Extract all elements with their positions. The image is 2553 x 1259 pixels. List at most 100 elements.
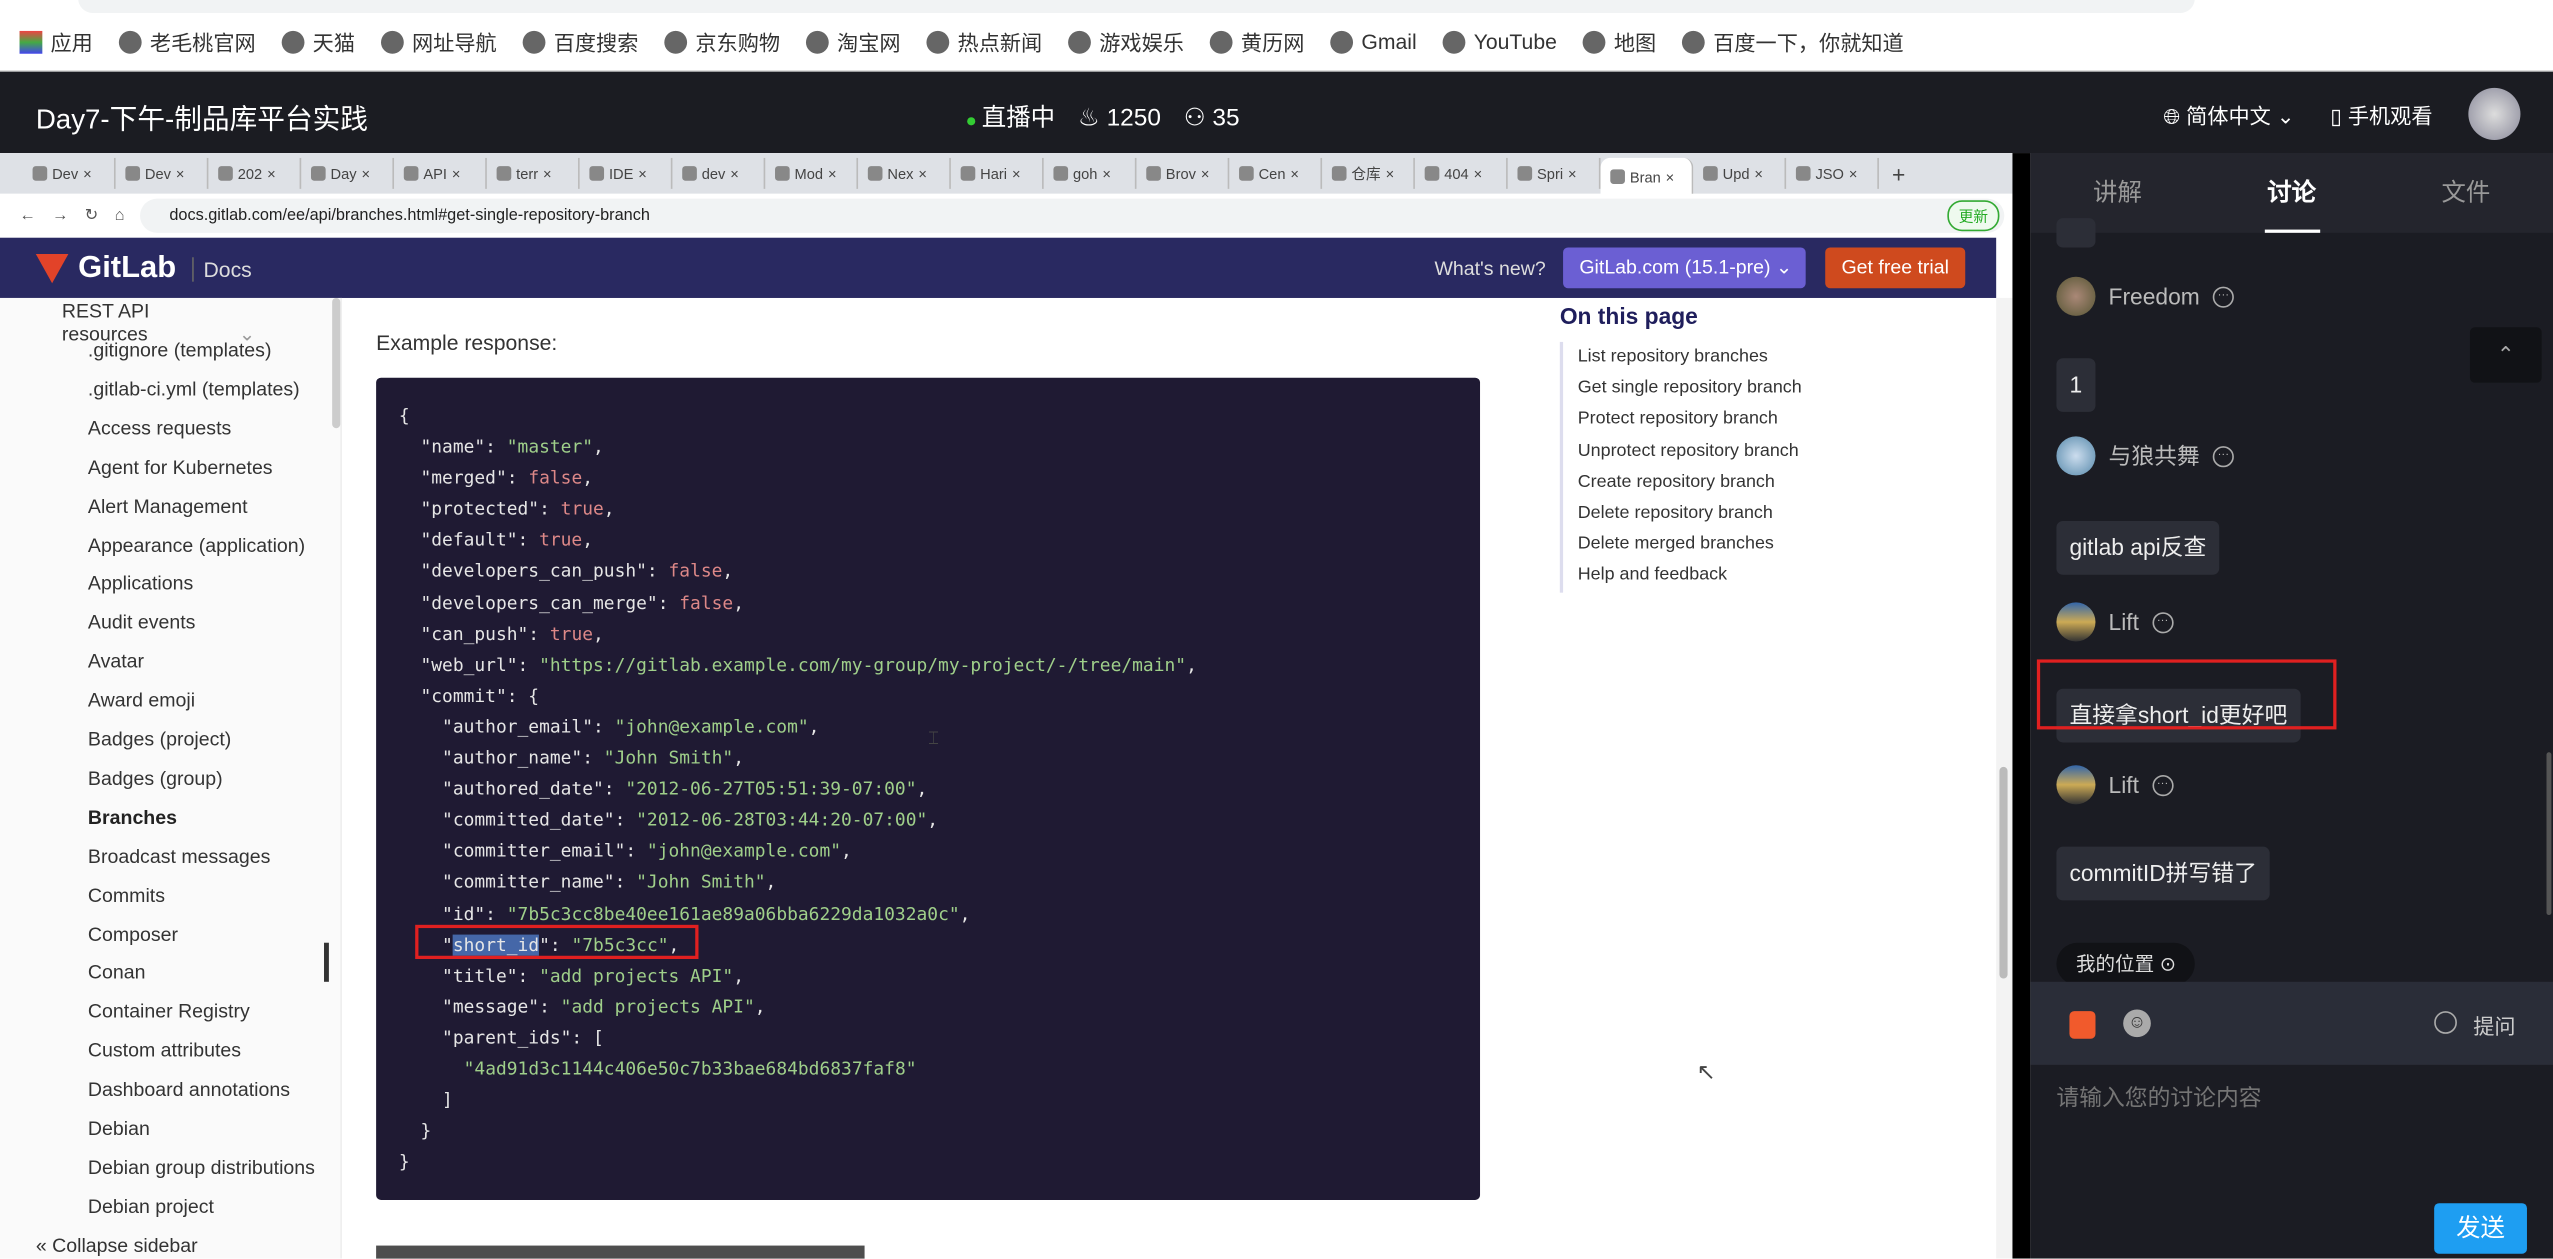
user-avatar[interactable]	[2056, 276, 2096, 316]
browser-tab[interactable]: goh ×	[1044, 157, 1137, 189]
panel-scrollbar[interactable]	[2546, 752, 2552, 916]
close-icon[interactable]: ×	[730, 165, 739, 181]
free-trial-button[interactable]: Get free trial	[1825, 247, 1966, 289]
close-icon[interactable]: ×	[176, 165, 185, 181]
shopping-bag-icon[interactable]	[2069, 1011, 2096, 1039]
tab-discussion[interactable]: 讨论	[2205, 153, 2379, 233]
language-select[interactable]: 🌐︎ 简体中文 ⌄	[2163, 99, 2294, 130]
browser-tab[interactable]: Day ×	[301, 157, 395, 189]
bookmark-item[interactable]: 应用	[19, 26, 93, 57]
bookmark-item[interactable]: 百度一下，你就知道	[1682, 26, 1904, 57]
bookmark-item[interactable]: 老毛桃官网	[118, 26, 256, 57]
bookmark-item[interactable]: 黄历网	[1209, 26, 1304, 57]
sidebar-item[interactable]: Audit events	[88, 611, 196, 634]
bookmark-item[interactable]: 地图	[1582, 26, 1656, 57]
close-icon[interactable]: ×	[1012, 165, 1021, 181]
browser-tab[interactable]: dev ×	[672, 157, 766, 189]
sidebar-item[interactable]: Applications	[88, 572, 193, 595]
browser-tab[interactable]: Upd ×	[1693, 157, 1787, 189]
browser-tab[interactable]: 仓库 ×	[1322, 157, 1415, 189]
send-button[interactable]: 发送	[2434, 1203, 2527, 1254]
discussion-input[interactable]	[2056, 1084, 2529, 1111]
close-icon[interactable]: ×	[1568, 165, 1577, 181]
close-icon[interactable]: ×	[1474, 165, 1483, 181]
user-avatar[interactable]	[2056, 602, 2096, 642]
sidebar-item[interactable]: Agent for Kubernetes	[88, 455, 273, 478]
bookmark-item[interactable]: 淘宝网	[806, 26, 901, 57]
user-avatar[interactable]	[2056, 436, 2096, 476]
browser-tab[interactable]: Dev ×	[23, 157, 116, 189]
browser-tab[interactable]: Brov ×	[1136, 157, 1230, 189]
browser-tab[interactable]: IDE ×	[580, 157, 673, 189]
close-icon[interactable]: ×	[267, 165, 276, 181]
close-icon[interactable]: ×	[1201, 165, 1210, 181]
browser-tab[interactable]: terr ×	[487, 157, 580, 189]
toc-link[interactable]: Delete merged branches	[1578, 529, 1802, 560]
close-icon[interactable]: ×	[83, 165, 92, 181]
browser-tab[interactable]: JSO ×	[1786, 157, 1879, 189]
sidebar-item[interactable]: .gitlab-ci.yml (templates)	[88, 378, 300, 401]
browser-tab[interactable]: 202 ×	[208, 157, 302, 189]
bookmark-item[interactable]: 京东购物	[664, 26, 780, 57]
sidebar-item[interactable]: Branches	[88, 806, 177, 829]
toc-link[interactable]: Unprotect repository branch	[1578, 436, 1802, 467]
mobile-watch-button[interactable]: ▯ 手机观看	[2330, 99, 2432, 130]
close-icon[interactable]: ×	[828, 165, 837, 181]
toc-link[interactable]: Delete repository branch	[1578, 498, 1802, 529]
back-icon[interactable]: ←	[20, 207, 36, 225]
close-icon[interactable]: ×	[638, 165, 647, 181]
bookmark-item[interactable]: 百度搜索	[522, 26, 638, 57]
sidebar-item[interactable]: Conan	[88, 961, 146, 984]
sidebar-item[interactable]: Debian	[88, 1117, 150, 1140]
emoji-icon[interactable]: ☺	[2123, 1009, 2151, 1038]
bookmark-item[interactable]: 游戏娱乐	[1068, 26, 1184, 57]
url-input[interactable]: docs.gitlab.com/ee/api/branches.html#get…	[140, 198, 2005, 233]
close-icon[interactable]: ×	[1290, 165, 1299, 181]
sidebar-item[interactable]: Dashboard annotations	[88, 1078, 290, 1101]
bookmark-item[interactable]: 网址导航	[381, 26, 497, 57]
toc-link[interactable]: Create repository branch	[1578, 467, 1802, 498]
more-icon[interactable]: ···	[2212, 445, 2234, 467]
forward-icon[interactable]: →	[52, 207, 68, 225]
sidebar-item[interactable]: Commits	[88, 883, 165, 906]
browser-tab[interactable]: Cen ×	[1229, 157, 1323, 189]
close-icon[interactable]: ×	[452, 165, 461, 181]
update-button[interactable]: 更新	[1947, 200, 2000, 232]
scroll-to-top-button[interactable]: ⌃	[2469, 327, 2542, 383]
avatar[interactable]	[2468, 87, 2521, 141]
sidebar-item[interactable]: Debian group distributions	[88, 1156, 315, 1179]
scroll-thumb[interactable]	[1999, 766, 2008, 979]
close-icon[interactable]: ×	[543, 165, 552, 181]
sidebar-item[interactable]: Appearance (application)	[88, 533, 305, 556]
browser-tab[interactable]: Nex ×	[858, 157, 951, 189]
toc-link[interactable]: Get single repository branch	[1578, 373, 1802, 404]
bookmark-item[interactable]: Gmail	[1330, 29, 1417, 54]
collapse-sidebar-button[interactable]: « Collapse sidebar	[36, 1234, 198, 1257]
ask-radio[interactable]	[2434, 1011, 2457, 1034]
browser-tab[interactable]: API ×	[394, 157, 487, 189]
bookmark-item[interactable]: YouTube	[1442, 29, 1557, 54]
close-icon[interactable]: ×	[1754, 165, 1763, 181]
user-avatar[interactable]	[2056, 765, 2096, 805]
close-icon[interactable]: ×	[918, 165, 927, 181]
bookmark-item[interactable]: 天猫	[281, 26, 355, 57]
toc-link[interactable]: Help and feedback	[1578, 561, 1802, 592]
close-icon[interactable]: ×	[1386, 165, 1395, 181]
close-icon[interactable]: ×	[361, 165, 370, 181]
gitlab-logo[interactable]: GitLab	[35, 251, 176, 287]
reload-icon[interactable]: ↻	[85, 207, 99, 225]
my-location-button[interactable]: 我的位置 ⊙	[2056, 942, 2196, 986]
more-icon[interactable]: ···	[2151, 774, 2174, 796]
browser-tab[interactable]: Dev ×	[116, 157, 209, 189]
sidebar-item[interactable]: .gitignore (templates)	[88, 339, 272, 362]
sidebar-item[interactable]: Broadcast messages	[88, 845, 270, 868]
bookmark-item[interactable]: 热点新闻	[926, 26, 1042, 57]
home-icon[interactable]: ⌂	[115, 207, 125, 225]
version-dropdown[interactable]: GitLab.com (15.1-pre) ⌄	[1563, 247, 1806, 289]
sidebar-item[interactable]: Composer	[88, 922, 178, 945]
sidebar-item[interactable]: Debian project	[88, 1195, 214, 1218]
sidebar-item[interactable]: Custom attributes	[88, 1039, 241, 1062]
sidebar-item[interactable]: Alert Management	[88, 494, 248, 517]
tab-files[interactable]: 文件	[2379, 153, 2553, 233]
close-icon[interactable]: ×	[1102, 165, 1111, 181]
